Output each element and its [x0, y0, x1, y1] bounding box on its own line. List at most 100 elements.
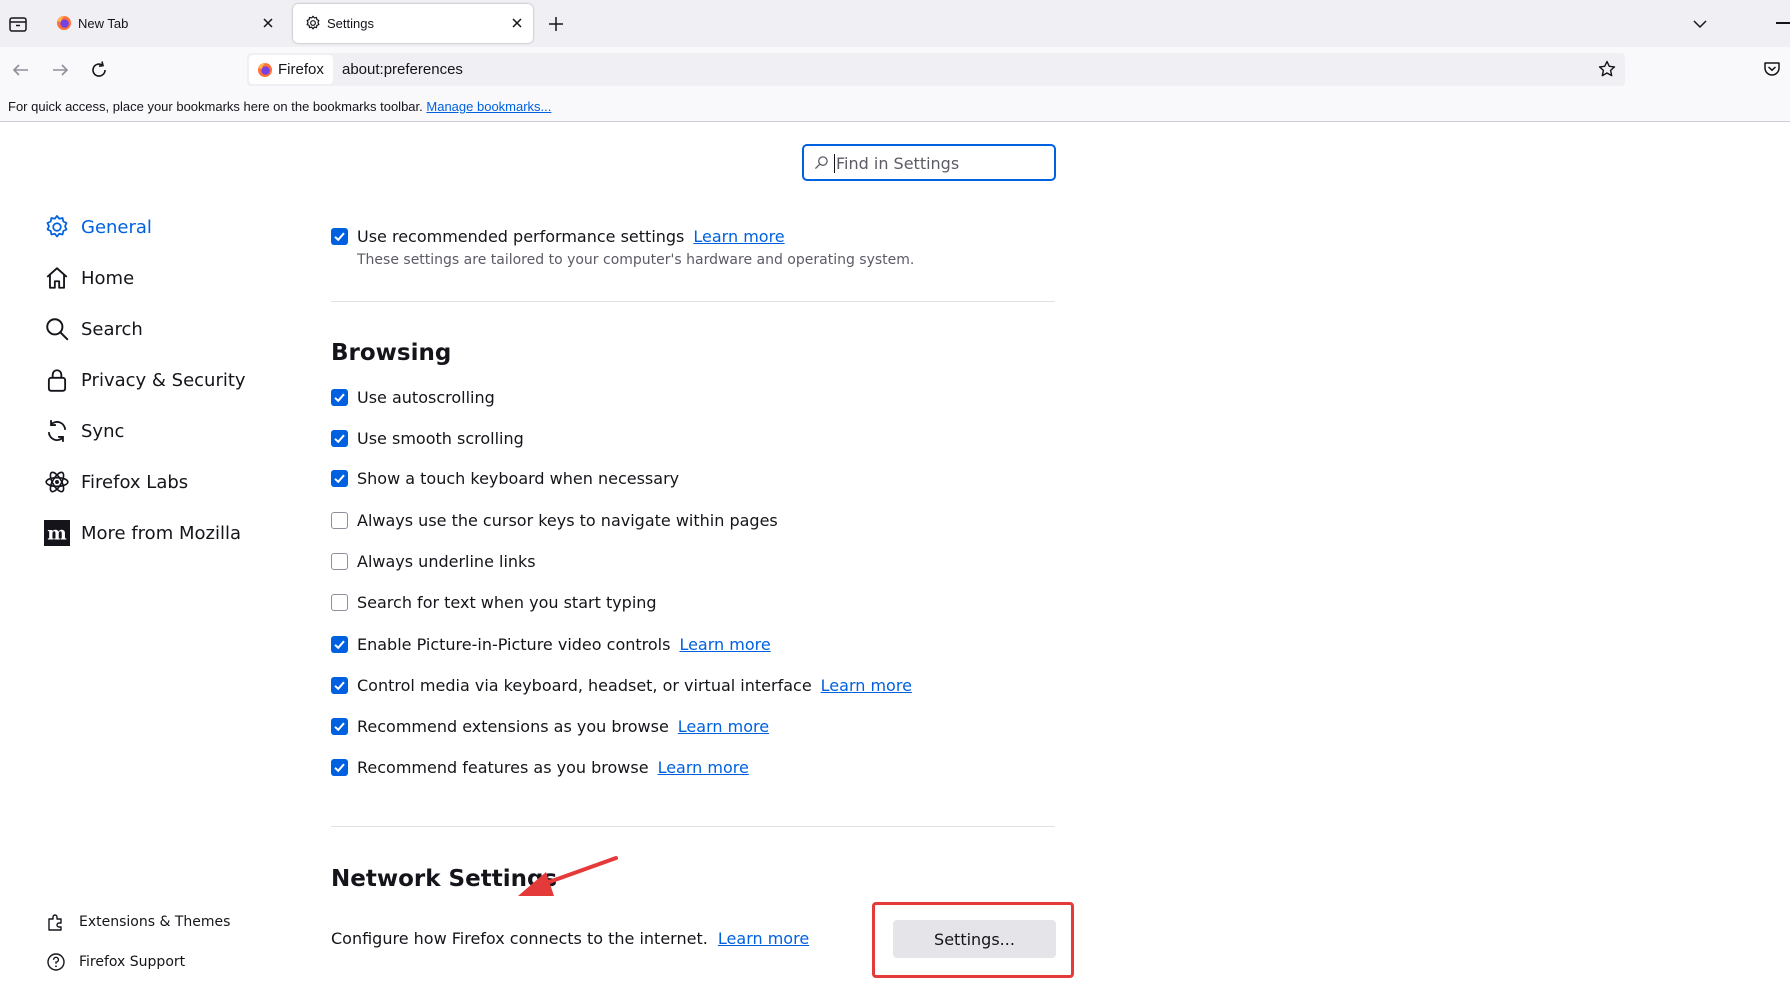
checkbox-checked[interactable]	[331, 676, 348, 694]
checkbox-label: Use recommended performance settings	[357, 226, 685, 246]
mozilla-icon: m	[44, 520, 70, 546]
back-arrow-icon[interactable]	[10, 59, 32, 81]
home-icon	[46, 267, 68, 289]
annotation-highlight-box	[872, 902, 1074, 978]
identity-label: Firefox	[278, 61, 324, 78]
bookmarks-toolbar: For quick access, place your bookmarks h…	[0, 92, 1790, 122]
checkbox-unchecked[interactable]	[331, 593, 348, 611]
learn-more-link[interactable]: Learn more	[821, 676, 912, 695]
option-touch-keyboard[interactable]: Show a touch keyboard when necessary	[331, 467, 679, 489]
learn-more-link[interactable]: Learn more	[718, 929, 809, 948]
footer-link-label: Firefox Support	[79, 954, 186, 970]
tab-settings[interactable]: Settings	[293, 4, 533, 43]
checkbox-checked[interactable]	[331, 758, 348, 776]
svg-text:m: m	[47, 524, 67, 545]
option-recommend-features[interactable]: Recommend features as you browse Learn m…	[331, 756, 749, 778]
firefox-icon	[57, 16, 71, 30]
checkbox-checked[interactable]	[331, 717, 348, 735]
checkbox-checked[interactable]	[331, 635, 348, 653]
url-text[interactable]: about:preferences	[342, 61, 463, 78]
checkbox-checked[interactable]	[331, 429, 348, 447]
option-search-when-typing[interactable]: Search for text when you start typing	[331, 591, 657, 613]
nav-bar: Firefox about:preferences	[0, 47, 1790, 92]
tab-title: New Tab	[78, 16, 129, 31]
atom-icon	[45, 471, 69, 493]
option-picture-in-picture[interactable]: Enable Picture-in-Picture video controls…	[331, 633, 771, 655]
checkbox-label: Always underline links	[357, 551, 536, 571]
section-divider	[331, 826, 1055, 827]
learn-more-link[interactable]: Learn more	[679, 635, 770, 654]
checkbox-checked[interactable]	[331, 388, 348, 406]
checkbox-label: Enable Picture-in-Picture video controls	[357, 634, 671, 654]
category-more-from-mozilla[interactable]: m More from Mozilla	[44, 518, 241, 548]
chevron-down-icon[interactable]	[1690, 14, 1710, 34]
checkbox-label: Recommend features as you browse	[357, 757, 649, 777]
section-divider	[331, 301, 1055, 302]
performance-description: These settings are tailored to your comp…	[357, 252, 915, 268]
option-cursor-keys[interactable]: Always use the cursor keys to navigate w…	[331, 509, 778, 531]
checkbox-label: Recommend extensions as you browse	[357, 716, 669, 736]
search-icon	[46, 318, 69, 341]
category-search[interactable]: Search	[44, 314, 143, 344]
checkbox-label: Show a touch keyboard when necessary	[357, 468, 680, 488]
url-bar[interactable]: Firefox about:preferences	[247, 53, 1625, 86]
category-home[interactable]: Home	[44, 263, 134, 293]
plus-icon[interactable]	[546, 14, 566, 34]
option-smooth-scrolling[interactable]: Use smooth scrolling	[331, 427, 524, 449]
bookmarks-message: For quick access, place your bookmarks h…	[8, 99, 423, 114]
puzzle-icon	[48, 914, 62, 931]
checkbox-label: Use autoscrolling	[357, 387, 495, 407]
manage-bookmarks-link[interactable]: Manage bookmarks...	[426, 99, 551, 114]
find-in-settings-input[interactable]	[836, 152, 1046, 174]
find-in-settings[interactable]	[802, 144, 1056, 181]
option-recommend-extensions[interactable]: Recommend extensions as you browse Learn…	[331, 715, 769, 737]
minimize-icon[interactable]	[1776, 22, 1790, 24]
forward-arrow-icon[interactable]	[49, 59, 71, 81]
checkbox-checked[interactable]	[331, 227, 348, 245]
category-label: Search	[81, 318, 143, 340]
category-label: Sync	[81, 420, 125, 442]
lock-icon	[47, 369, 67, 392]
pocket-icon[interactable]	[1762, 59, 1782, 79]
learn-more-link[interactable]: Learn more	[678, 717, 769, 736]
star-icon[interactable]	[1597, 59, 1617, 79]
tab-list-icon[interactable]	[8, 14, 28, 34]
category-general[interactable]: General	[44, 212, 152, 242]
option-underline-links[interactable]: Always underline links	[331, 550, 536, 572]
tab-title: Settings	[327, 16, 374, 31]
checkbox-label: Always use the cursor keys to navigate w…	[357, 510, 778, 530]
network-settings-description: Configure how Firefox connects to the in…	[331, 929, 809, 948]
text-caret	[834, 154, 835, 173]
learn-more-link[interactable]: Learn more	[693, 227, 784, 246]
firefox-support-link[interactable]: Firefox Support	[46, 951, 185, 973]
browsing-heading: Browsing	[331, 340, 452, 366]
gear-icon	[306, 15, 320, 30]
category-sync[interactable]: Sync	[44, 416, 124, 446]
category-label: More from Mozilla	[81, 522, 241, 544]
firefox-icon	[258, 62, 272, 77]
sync-icon	[47, 420, 67, 442]
option-autoscrolling[interactable]: Use autoscrolling	[331, 386, 495, 408]
category-firefox-labs[interactable]: Firefox Labs	[44, 467, 188, 497]
annotation-arrow-icon	[518, 856, 618, 896]
checkbox-label: Use smooth scrolling	[357, 428, 524, 448]
option-media-control[interactable]: Control media via keyboard, headset, or …	[331, 674, 912, 696]
category-label: General	[81, 216, 152, 238]
performance-recommended-row[interactable]: Use recommended performance settings Lea…	[331, 225, 785, 247]
category-privacy-security[interactable]: Privacy & Security	[44, 365, 246, 395]
checkbox-checked[interactable]	[331, 469, 348, 487]
reload-icon[interactable]	[88, 59, 110, 81]
extensions-themes-link[interactable]: Extensions & Themes	[46, 911, 230, 933]
tab-new-tab[interactable]: New Tab	[44, 4, 284, 43]
help-icon	[47, 953, 65, 971]
checkbox-unchecked[interactable]	[331, 511, 348, 529]
close-icon[interactable]	[260, 15, 276, 31]
tab-strip: New Tab Settings	[0, 0, 1790, 47]
learn-more-link[interactable]: Learn more	[658, 758, 749, 777]
checkbox-unchecked[interactable]	[331, 552, 348, 570]
category-label: Firefox Labs	[81, 471, 189, 493]
identity-box[interactable]: Firefox	[249, 55, 333, 84]
gear-icon	[46, 215, 68, 238]
close-icon[interactable]	[509, 15, 525, 31]
bookmarks-empty-message: For quick access, place your bookmarks h…	[8, 99, 551, 114]
